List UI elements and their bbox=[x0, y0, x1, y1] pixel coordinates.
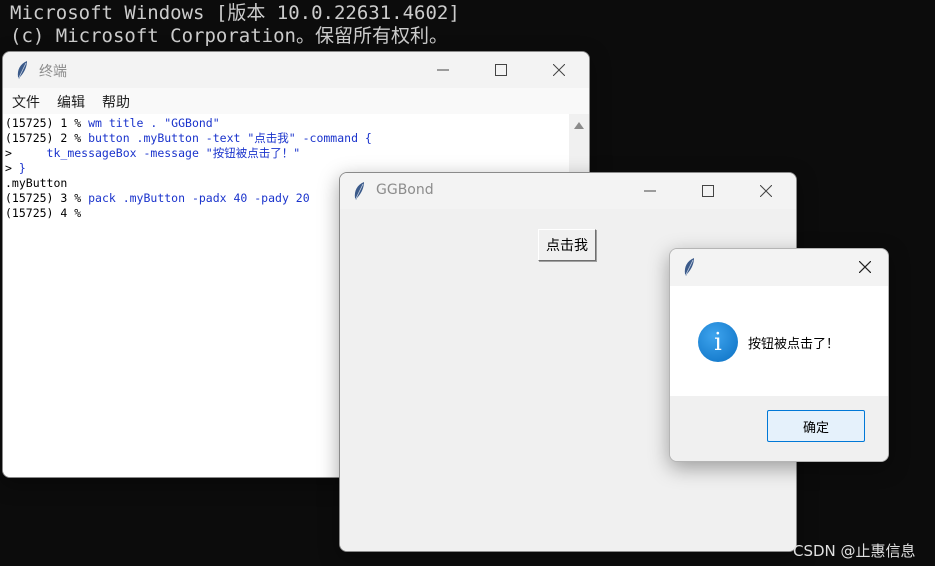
info-glyph: i bbox=[714, 328, 722, 356]
menu-bar: 文件 编辑 帮助 bbox=[3, 88, 589, 114]
line-command: } bbox=[18, 161, 26, 175]
line-prompt: (15725) 3 % bbox=[5, 191, 89, 205]
dialog-body: i 按钮被点击了！ bbox=[670, 286, 888, 396]
line-command: tk_messageBox -message "按钮被点击了！" bbox=[46, 146, 301, 160]
line-prompt: (15725) 4 % bbox=[5, 206, 89, 220]
minimize-button[interactable] bbox=[420, 52, 466, 88]
minimize-icon bbox=[437, 69, 449, 71]
maximize-icon bbox=[495, 64, 507, 76]
close-icon bbox=[760, 185, 772, 197]
close-button[interactable] bbox=[536, 52, 582, 88]
minimize-icon bbox=[644, 190, 656, 192]
close-icon bbox=[859, 261, 871, 273]
terminal-titlebar[interactable]: 终端 bbox=[3, 52, 589, 88]
menu-file[interactable]: 文件 bbox=[12, 88, 40, 112]
maximize-icon bbox=[702, 185, 714, 197]
line-prompt: (15725) 2 % bbox=[5, 131, 89, 145]
watermark: CSDN @止惠信息 bbox=[793, 542, 916, 560]
ok-button[interactable]: 确定 bbox=[767, 410, 865, 442]
ggbond-title: GGBond bbox=[376, 182, 434, 198]
line-command: pack .myButton -padx 40 -pady 20 bbox=[88, 191, 310, 205]
line-prompt: > bbox=[5, 146, 47, 160]
feather-icon bbox=[17, 61, 27, 79]
line-prompt: > bbox=[5, 161, 19, 175]
minimize-button[interactable] bbox=[627, 173, 673, 209]
message-box-dialog[interactable]: i 按钮被点击了！ 确定 bbox=[669, 248, 889, 462]
terminal-title: 终端 bbox=[39, 64, 67, 80]
line-command: button .myButton -text "点击我" -command { bbox=[88, 131, 372, 145]
feather-icon bbox=[354, 182, 364, 200]
dialog-footer: 确定 bbox=[670, 396, 888, 461]
maximize-button[interactable] bbox=[478, 52, 524, 88]
line-prompt: (15725) 1 % bbox=[5, 116, 89, 130]
menu-help[interactable]: 帮助 bbox=[102, 88, 130, 112]
dialog-message: 按钮被点击了！ bbox=[748, 337, 840, 352]
console-line-2: (c) Microsoft Corporation。保留所有权利。 bbox=[10, 25, 448, 47]
line-command: wm title . "GGBond" bbox=[88, 116, 220, 130]
feather-icon bbox=[684, 258, 694, 276]
maximize-button[interactable] bbox=[685, 173, 731, 209]
menu-edit[interactable]: 编辑 bbox=[57, 88, 85, 112]
click-me-button[interactable]: 点击我 bbox=[538, 229, 596, 261]
info-icon: i bbox=[698, 322, 738, 362]
close-button[interactable] bbox=[842, 249, 888, 285]
console-output: Microsoft Windows [版本 10.0.22631.4602] (… bbox=[10, 2, 460, 48]
close-button[interactable] bbox=[743, 173, 789, 209]
scroll-up-arrow-icon[interactable] bbox=[574, 122, 584, 129]
ggbond-titlebar[interactable]: GGBond bbox=[340, 173, 796, 209]
dialog-titlebar[interactable] bbox=[670, 249, 888, 286]
console-line-1: Microsoft Windows [版本 10.0.22631.4602] bbox=[10, 2, 460, 24]
line-output: .myButton bbox=[5, 176, 68, 190]
close-icon bbox=[553, 64, 565, 76]
